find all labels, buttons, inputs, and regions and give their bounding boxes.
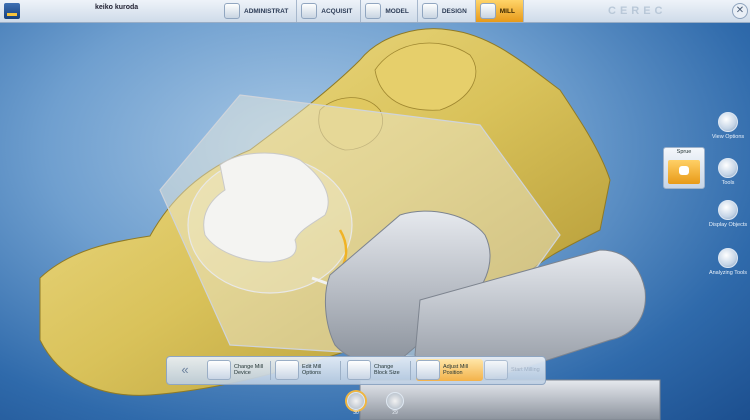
close-button[interactable]: ✕ <box>732 3 748 19</box>
tooth-icon <box>386 392 404 410</box>
analyzing-tools-button[interactable]: Analyzing Tools <box>706 248 750 276</box>
design-icon <box>421 3 438 19</box>
toolbar-divider <box>410 361 411 380</box>
holder-base <box>359 379 661 420</box>
display-objects-button[interactable]: Display Objects <box>706 200 750 228</box>
mill-device-icon <box>207 360 231 380</box>
brand-logo: CEREC <box>608 5 667 17</box>
start-milling-button[interactable]: Start Milling <box>484 359 545 381</box>
start-milling-icon <box>484 360 508 380</box>
step-mill[interactable]: MILL <box>475 0 524 22</box>
display-objects-icon <box>718 200 738 220</box>
view-options-button[interactable]: View Options <box>706 112 750 140</box>
analyzing-tools-icon <box>718 248 738 268</box>
view-options-icon <box>718 112 738 132</box>
tools-button[interactable]: Tools <box>706 158 750 186</box>
change-mill-device-button[interactable]: Change Mill Device <box>207 359 268 381</box>
step-design[interactable]: DESIGN <box>418 0 476 22</box>
mill-toolbar: Change Mill Device Edit Mill Options Cha… <box>166 356 546 385</box>
patient-name: keiko kuroda <box>95 4 139 11</box>
tooth-thumb-30[interactable]: 30 <box>347 392 365 416</box>
step-model[interactable]: MODEL <box>361 0 418 22</box>
model-icon <box>365 3 382 19</box>
step-administration[interactable]: ADMINISTRAT <box>220 0 298 22</box>
edit-mill-options-button[interactable]: Edit Mill Options <box>275 359 336 381</box>
toolbar-divider <box>340 361 341 380</box>
adjust-mill-position-button[interactable]: Adjust Mill Position <box>416 359 483 381</box>
sprue-tab-label: Sprue <box>676 149 692 155</box>
sprue-icon <box>668 160 700 184</box>
administration-icon <box>224 3 240 19</box>
mill-icon <box>479 3 496 19</box>
mill-options-icon <box>275 360 299 380</box>
top-bar: keiko kuroda ADMINISTRAT ACQUISIT MODEL … <box>0 0 750 23</box>
tools-icon <box>718 158 738 178</box>
app-logo-icon <box>4 3 20 19</box>
block-size-icon <box>347 360 371 380</box>
change-block-size-button[interactable]: Change Block Size <box>347 359 408 381</box>
sprue-tab[interactable]: Sprue <box>663 147 705 189</box>
tooth-icon <box>347 392 365 410</box>
step-acquisition[interactable]: ACQUISIT <box>297 0 362 22</box>
workflow-steps: ADMINISTRAT ACQUISIT MODEL DESIGN MILL <box>220 0 524 22</box>
acquisition-icon <box>301 3 318 19</box>
mill-position-icon <box>416 360 440 380</box>
tooth-thumb-29[interactable]: 29 <box>386 392 404 416</box>
back-button[interactable]: « <box>170 360 200 380</box>
toolbar-divider <box>270 361 271 380</box>
